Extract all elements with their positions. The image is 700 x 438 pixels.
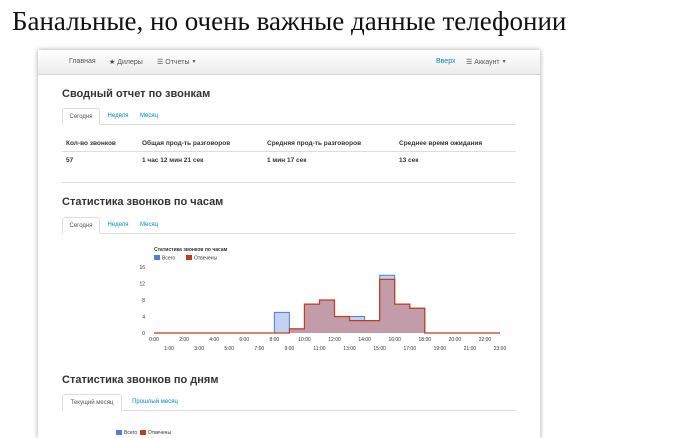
summary-tabs: Сегодня Неделя Месяц xyxy=(62,108,516,125)
x-tick-label: 16:00 xyxy=(388,337,401,343)
x-tick-label: 14:00 xyxy=(358,337,371,343)
x-tick-label: 5:00 xyxy=(224,346,234,352)
x-tick-label: 18:00 xyxy=(419,337,432,343)
table-cell: 1 час 12 мин 21 сек xyxy=(142,157,204,164)
x-tick-label: 23:00 xyxy=(494,346,507,352)
x-tick-label: 3:00 xyxy=(194,346,204,352)
y-tick-label: 0 xyxy=(142,331,145,337)
navbar: Главная ★ Дилеры ☰ Отчеты ▼ Вверх ☰ Аккаунт ▼ xyxy=(38,50,540,75)
nav-up-link[interactable]: Вверх xyxy=(436,58,456,65)
daily-title: Статистика звонков по дням xyxy=(62,374,219,386)
nav-account-label: Аккаунт xyxy=(474,59,500,66)
table-divider xyxy=(62,151,516,152)
x-tick-label: 15:00 xyxy=(373,346,386,352)
x-tick-label: 19:00 xyxy=(434,346,447,352)
tab-today[interactable]: Сегодня xyxy=(62,108,100,125)
app-window: Главная ★ Дилеры ☰ Отчеты ▼ Вверх ☰ Аккаунт ▼… xyxy=(38,50,540,438)
x-tick-label: 1:00 xyxy=(164,346,174,352)
daily-tabs: Текущий месяц Прошлый месяц xyxy=(62,394,516,411)
x-tick-label: 13:00 xyxy=(343,346,356,352)
nav-reports-label: Отчеты xyxy=(165,59,190,66)
nav-dealers-label: Дилеры xyxy=(117,59,143,66)
tab-month[interactable]: Месяц xyxy=(134,217,164,233)
caret-down-icon: ▼ xyxy=(501,59,507,65)
list-icon: ☰ xyxy=(157,59,164,66)
table-header: Средняя прод-ть разговоров xyxy=(267,140,362,147)
x-tick-label: 0:00 xyxy=(149,337,159,343)
hourly-title: Статистика звонков по часам xyxy=(62,196,224,208)
x-tick-label: 20:00 xyxy=(449,337,462,343)
legend-swatch-answered xyxy=(186,255,192,260)
y-tick-label: 12 xyxy=(139,282,145,288)
x-tick-label: 4:00 xyxy=(209,337,219,343)
x-tick-label: 21:00 xyxy=(464,346,477,352)
daily-legend: Всего Отвечены xyxy=(116,430,171,436)
table-header: Кол-во звонков xyxy=(66,140,116,147)
table-header: Общая прод-ть разговоров xyxy=(142,140,231,147)
chart-title: Статистика звонков по часам xyxy=(154,247,228,253)
x-tick-label: 8:00 xyxy=(269,337,279,343)
table-cell: 57 xyxy=(66,157,74,164)
x-tick-label: 11:00 xyxy=(313,346,325,352)
tab-last-month[interactable]: Прошлый месяц xyxy=(125,394,185,410)
legend-label-total: Всего xyxy=(162,256,175,262)
legend-label-total: Всего xyxy=(124,430,138,436)
series-area-answered xyxy=(154,279,500,333)
tab-week[interactable]: Неделя xyxy=(103,217,133,233)
hourly-chart: Статистика звонков по часам Всего Отвечены… xyxy=(88,243,506,355)
table-cell: 1 мин 17 сек xyxy=(267,157,307,164)
nav-dealers[interactable]: ★ Дилеры xyxy=(109,58,143,66)
caret-down-icon: ▼ xyxy=(191,59,197,65)
nav-reports-dropdown[interactable]: ☰ Отчеты ▼ xyxy=(157,58,196,66)
x-tick-label: 7:00 xyxy=(254,346,264,352)
y-tick-label: 16 xyxy=(139,265,145,271)
tab-current-month[interactable]: Текущий месяц xyxy=(62,394,122,411)
x-tick-label: 12:00 xyxy=(328,337,341,343)
x-tick-label: 9:00 xyxy=(285,346,295,352)
legend-swatch-total xyxy=(154,255,160,260)
slide-title: Банальные, но очень важные данные телефо… xyxy=(12,6,567,36)
x-tick-label: 6:00 xyxy=(239,337,249,343)
table-cell: 13 сек xyxy=(399,157,419,164)
nav-account-dropdown[interactable]: ☰ Аккаунт ▼ xyxy=(466,58,507,66)
legend-swatch-answered xyxy=(139,430,146,435)
tab-month[interactable]: Месяц xyxy=(134,108,164,124)
x-tick-label: 2:00 xyxy=(179,337,189,343)
x-tick-label: 22:00 xyxy=(479,337,492,343)
y-tick-label: 4 xyxy=(142,315,145,321)
hourly-tabs: Сегодня Неделя Месяц xyxy=(62,217,516,234)
list-icon: ☰ xyxy=(466,59,473,66)
x-tick-label: 10:00 xyxy=(298,337,311,343)
star-icon: ★ xyxy=(109,59,116,66)
hourly-chart-svg: Статистика звонков по часам Всего Отвечены… xyxy=(139,247,506,352)
table-divider xyxy=(62,182,516,183)
table-header: Среднее время ожидания xyxy=(399,140,483,147)
tab-today[interactable]: Сегодня xyxy=(62,217,100,234)
y-tick-label: 8 xyxy=(142,298,145,304)
legend-label-answered: Отвечены xyxy=(194,256,218,262)
x-tick-label: 17:00 xyxy=(403,346,416,352)
nav-home[interactable]: Главная xyxy=(69,58,96,65)
legend-swatch-total xyxy=(116,430,122,435)
legend-label-answered: Отвечены xyxy=(147,430,172,436)
summary-title: Сводный отчет по звонкам xyxy=(62,88,211,100)
tab-week[interactable]: Неделя xyxy=(103,108,133,124)
